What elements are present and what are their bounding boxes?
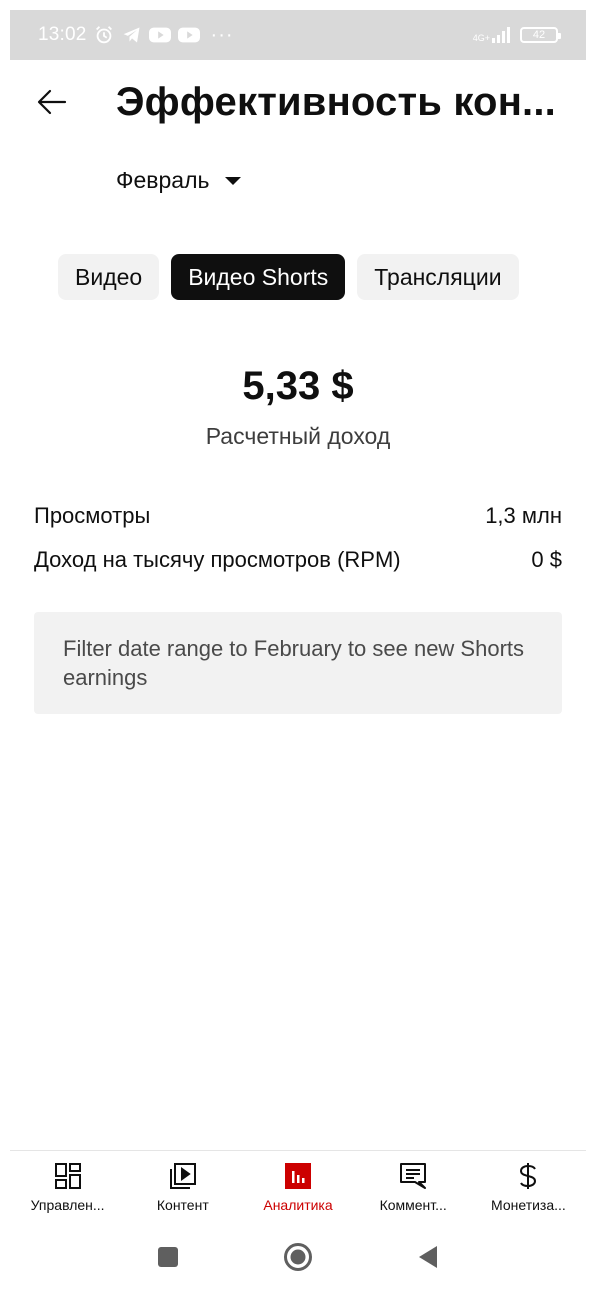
back-button[interactable] — [30, 82, 74, 122]
content-icon — [168, 1161, 198, 1191]
arrow-left-icon — [37, 89, 67, 115]
nav-item-dashboard[interactable]: Управлен... — [10, 1151, 125, 1222]
app-header: Эффективность кон... — [0, 62, 596, 142]
month-label: Февраль — [116, 166, 210, 193]
content-type-tabs: Видео Видео Shorts Трансляции — [58, 254, 519, 300]
dollar-icon — [513, 1161, 543, 1191]
status-bar: 13:02 ··· 4G+ 42 — [10, 10, 586, 60]
nav-item-monetization[interactable]: Монетиза... — [471, 1151, 586, 1222]
stat-label: Просмотры — [34, 503, 151, 528]
nav-label: Контент — [156, 1197, 209, 1213]
back-system-button[interactable] — [410, 1239, 446, 1275]
status-notification-icons: ··· — [93, 24, 234, 47]
tab-shorts[interactable]: Видео Shorts — [171, 254, 346, 300]
nav-item-content[interactable]: Контент — [125, 1151, 240, 1222]
estimated-revenue-value: 5,33 $ — [242, 364, 354, 408]
comments-icon — [398, 1161, 428, 1191]
status-time: 13:02 — [38, 24, 87, 45]
page-title: Эффективность кон... — [116, 80, 556, 124]
tab-video[interactable]: Видео — [58, 254, 160, 300]
more-notifications-icon: ··· — [210, 23, 234, 46]
nav-label: Монетиза... — [491, 1197, 566, 1213]
recent-apps-button[interactable] — [150, 1239, 186, 1275]
system-navigation — [0, 1224, 596, 1290]
estimated-revenue-label: Расчетный доход — [205, 423, 391, 449]
nav-item-analytics[interactable]: Аналитика — [240, 1151, 355, 1222]
home-button[interactable] — [280, 1239, 316, 1275]
square-icon — [158, 1247, 178, 1267]
bottom-navigation: Управлен... Контент Аналитика Коммент...… — [10, 1150, 586, 1222]
telegram-icon — [122, 25, 142, 45]
notice-text: Filter date range to February to see new… — [63, 636, 525, 690]
youtube-icon — [177, 26, 200, 44]
nav-label: Аналитика — [263, 1197, 333, 1213]
chevron-down-icon — [225, 177, 242, 185]
battery-icon: 42 — [520, 27, 561, 43]
nav-label: Коммент... — [379, 1197, 447, 1213]
triangle-left-icon — [419, 1246, 437, 1268]
signal-icon: 4G+ — [473, 27, 512, 43]
stat-row-views: Просмотры 1,3 млн — [34, 503, 562, 529]
alarm-icon — [93, 24, 115, 46]
battery-level: 42 — [532, 29, 546, 41]
stat-value: 1,3 млн — [485, 503, 562, 528]
circle-icon — [284, 1243, 312, 1271]
youtube-icon — [148, 26, 171, 44]
nav-label: Управлен... — [30, 1197, 105, 1213]
tab-live[interactable]: Трансляции — [357, 254, 519, 300]
analytics-icon — [283, 1161, 313, 1191]
nav-item-comments[interactable]: Коммент... — [356, 1151, 471, 1222]
month-dropdown[interactable]: Февраль — [116, 162, 242, 198]
dashboard-icon — [53, 1161, 83, 1191]
stat-label: Доход на тысячу просмотров (RPM) — [34, 547, 401, 572]
stat-value: 0 $ — [531, 547, 562, 572]
stat-row-rpm: Доход на тысячу просмотров (RPM) 0 $ — [34, 547, 562, 573]
network-type: 4G+ — [472, 33, 490, 43]
notice-box: Filter date range to February to see new… — [34, 612, 562, 714]
status-system-icons: 4G+ 42 — [473, 27, 561, 43]
